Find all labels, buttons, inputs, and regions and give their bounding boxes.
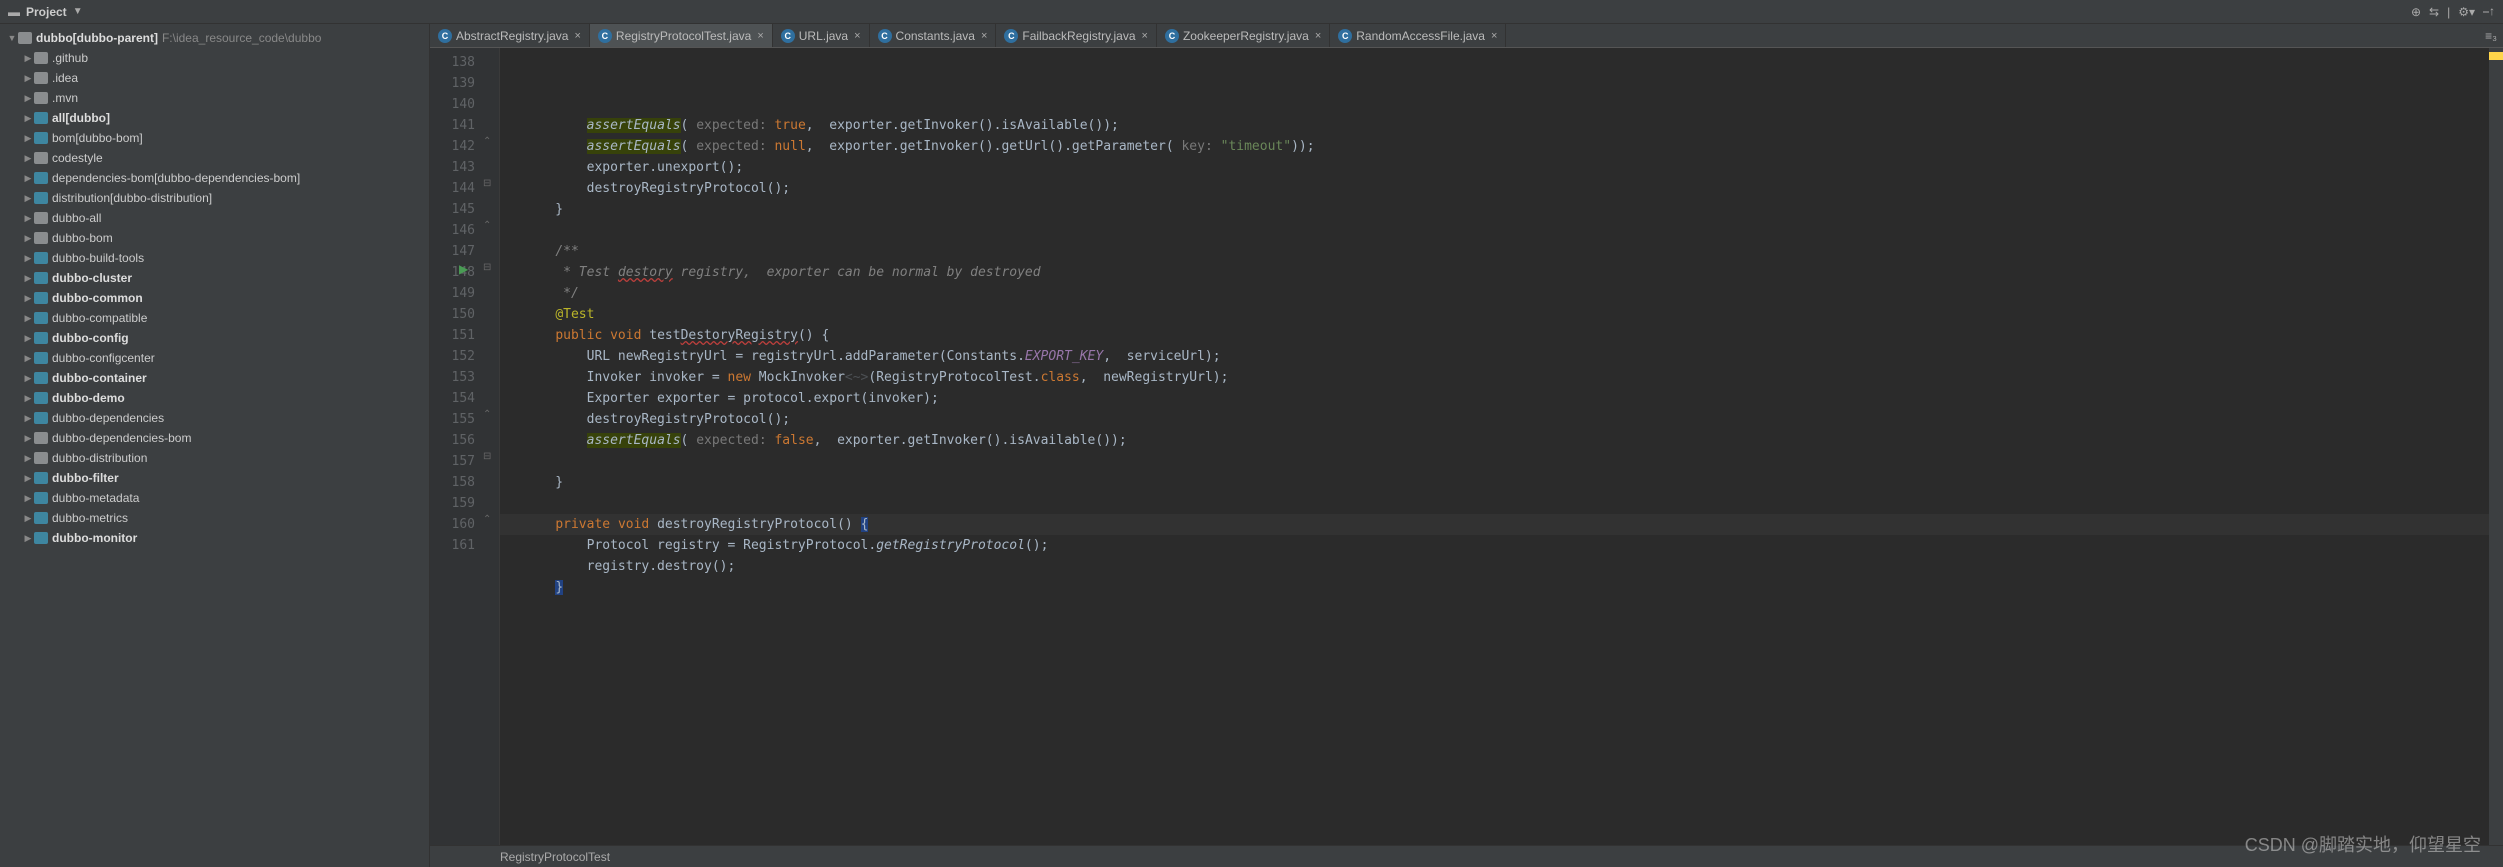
editor-tab[interactable]: CURL.java× xyxy=(773,24,870,47)
class-icon: C xyxy=(878,29,892,43)
breadcrumb-item[interactable]: RegistryProtocolTest xyxy=(500,850,610,864)
tree-item[interactable]: ▶codestyle xyxy=(0,148,429,168)
line-numbers: 138 139 140 141 142 143 144 145 146 147 … xyxy=(430,48,481,845)
tree-item[interactable]: ▶.github xyxy=(0,48,429,68)
editor-tab[interactable]: CZookeeperRegistry.java× xyxy=(1157,24,1330,47)
tree-item[interactable]: ▶dubbo-build-tools xyxy=(0,248,429,268)
project-sidebar[interactable]: ▼dubbo [dubbo-parent] F:\idea_resource_c… xyxy=(0,24,430,867)
tree-item[interactable]: ▶dubbo-compatible xyxy=(0,308,429,328)
target-icon[interactable]: ⊕ xyxy=(2411,5,2421,19)
editor-tab[interactable]: CAbstractRegistry.java× xyxy=(430,24,590,47)
gear-icon[interactable]: ⚙▾ xyxy=(2458,5,2475,19)
tree-item[interactable]: ▶dubbo-config xyxy=(0,328,429,348)
watermark-text: CSDN @脚踏实地，仰望星空 xyxy=(2245,831,2481,857)
close-icon[interactable]: × xyxy=(854,30,860,42)
tree-item[interactable]: ▶dubbo-common xyxy=(0,288,429,308)
tree-item[interactable]: ▶dubbo-dependencies xyxy=(0,408,429,428)
tree-item[interactable]: ▶dubbo-metrics xyxy=(0,508,429,528)
close-icon[interactable]: × xyxy=(757,30,763,42)
close-icon[interactable]: × xyxy=(1142,30,1148,42)
tree-item[interactable]: ▶dubbo-monitor xyxy=(0,528,429,548)
class-icon: C xyxy=(598,29,612,43)
class-icon: C xyxy=(1165,29,1179,43)
code-area[interactable]: assertEquals( expected: true, exporter.g… xyxy=(500,48,2489,845)
divide-icon[interactable]: ⇆ xyxy=(2429,5,2439,19)
main-split: ▼dubbo [dubbo-parent] F:\idea_resource_c… xyxy=(0,24,2503,867)
tree-item[interactable]: ▶dubbo-cluster xyxy=(0,268,429,288)
tree-item[interactable]: ▶dubbo-container xyxy=(0,368,429,388)
close-icon[interactable]: × xyxy=(981,30,987,42)
editor-tab[interactable]: CRegistryProtocolTest.java× xyxy=(590,24,773,47)
close-icon[interactable]: × xyxy=(1491,30,1497,42)
class-icon: C xyxy=(1004,29,1018,43)
tree-item[interactable]: ▶all [dubbo] xyxy=(0,108,429,128)
fold-column[interactable]: ⌃⊟⌃⊟⌃⊟⌃▶ xyxy=(481,48,499,845)
tree-item[interactable]: ▶dubbo-distribution xyxy=(0,448,429,468)
project-tool-icon[interactable]: ▬ xyxy=(8,5,20,19)
tree-item[interactable]: ▶dubbo-dependencies-bom xyxy=(0,428,429,448)
tree-item[interactable]: ▶.mvn xyxy=(0,88,429,108)
tab-overflow-icon[interactable]: ≡₃ xyxy=(2485,29,2497,43)
tree-item[interactable]: ▶distribution [dubbo-distribution] xyxy=(0,188,429,208)
close-icon[interactable]: × xyxy=(1315,30,1321,42)
editor-tabs: CAbstractRegistry.java×CRegistryProtocol… xyxy=(430,24,2503,48)
code-editor[interactable]: 138 139 140 141 142 143 144 145 146 147 … xyxy=(430,48,2503,845)
tree-item[interactable]: ▶dubbo-all xyxy=(0,208,429,228)
tree-item[interactable]: ▶dubbo-metadata xyxy=(0,488,429,508)
project-bar: ▬ Project ▼ ⊕ ⇆ | ⚙▾ ⎯↑ xyxy=(0,0,2503,24)
tree-item[interactable]: ▶bom [dubbo-bom] xyxy=(0,128,429,148)
project-toolbar: ⊕ ⇆ | ⚙▾ ⎯↑ xyxy=(2411,4,2503,19)
tree-root[interactable]: ▼dubbo [dubbo-parent] F:\idea_resource_c… xyxy=(0,28,429,48)
editor-tab[interactable]: CRandomAccessFile.java× xyxy=(1330,24,1506,47)
tree-item[interactable]: ▶dubbo-demo xyxy=(0,388,429,408)
tree-item[interactable]: ▶dependencies-bom [dubbo-dependencies-bo… xyxy=(0,168,429,188)
project-title[interactable]: Project xyxy=(26,5,67,19)
error-stripe[interactable] xyxy=(2489,48,2503,845)
collapse-icon[interactable]: ⎯↑ xyxy=(2483,4,2495,19)
breadcrumb[interactable]: RegistryProtocolTest xyxy=(430,845,2503,867)
close-icon[interactable]: × xyxy=(574,30,580,42)
editor-pane: CAbstractRegistry.java×CRegistryProtocol… xyxy=(430,24,2503,867)
ide-root: ▬ Project ▼ ⊕ ⇆ | ⚙▾ ⎯↑ ▼dubbo [dubbo-pa… xyxy=(0,0,2503,867)
tree-item[interactable]: ▶dubbo-configcenter xyxy=(0,348,429,368)
class-icon: C xyxy=(438,29,452,43)
class-icon: C xyxy=(781,29,795,43)
editor-tab[interactable]: CConstants.java× xyxy=(870,24,997,47)
chevron-down-icon[interactable]: ▼ xyxy=(73,6,83,17)
warning-indicator[interactable] xyxy=(2489,52,2503,60)
tree-item[interactable]: ▶dubbo-bom xyxy=(0,228,429,248)
editor-tab[interactable]: CFailbackRegistry.java× xyxy=(996,24,1157,47)
tree-item[interactable]: ▶.idea xyxy=(0,68,429,88)
class-icon: C xyxy=(1338,29,1352,43)
tree-item[interactable]: ▶dubbo-filter xyxy=(0,468,429,488)
gutter: 138 139 140 141 142 143 144 145 146 147 … xyxy=(430,48,500,845)
